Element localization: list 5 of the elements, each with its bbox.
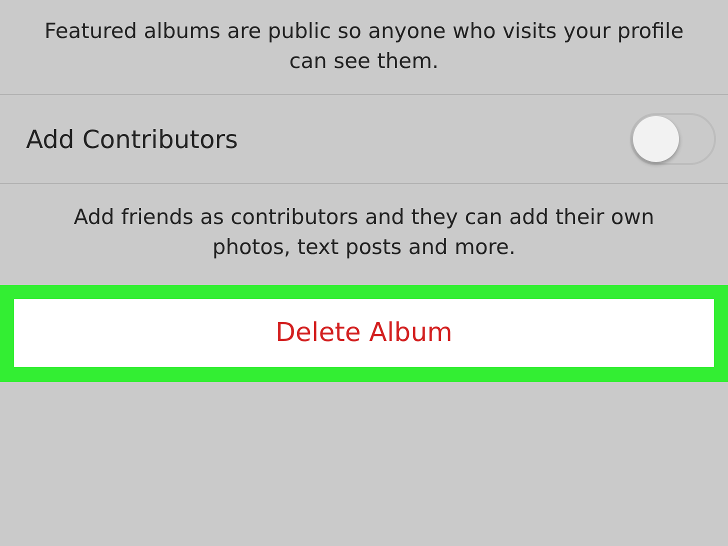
row-label: Add Contributors [26, 124, 238, 154]
toggle-switch[interactable] [630, 113, 716, 165]
featured-note: Featured albums are public so anyone who visits your profile can see them. [43, 18, 685, 75]
delete-button[interactable]: Delete Album [14, 299, 714, 367]
contributors-note: Add friends as contributors and they can add their own photos, text posts and more. [72, 204, 656, 261]
